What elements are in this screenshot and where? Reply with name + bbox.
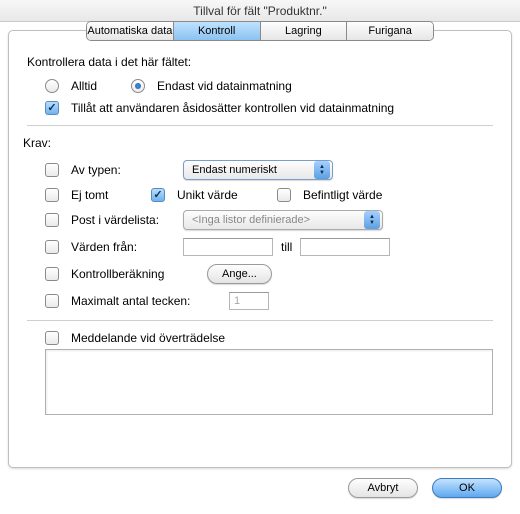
updown-icon: ▲▼ <box>364 211 380 229</box>
checkbox-maxlen-label[interactable]: Maximalt antal tecken: <box>71 294 221 308</box>
checkbox-maxlen[interactable] <box>45 294 59 308</box>
input-range-from[interactable] <box>183 238 273 256</box>
divider-2 <box>27 320 493 321</box>
radio-always-label[interactable]: Alltid <box>71 79 97 93</box>
ok-button[interactable]: OK <box>432 478 502 498</box>
checkbox-valuelist-label[interactable]: Post i värdelista: <box>71 213 175 227</box>
range-to-label: till <box>281 240 292 254</box>
checkbox-valuelist[interactable] <box>45 213 59 227</box>
checkbox-calc[interactable] <box>45 267 59 281</box>
dialog-footer: Avbryt OK <box>0 468 520 498</box>
checkbox-override-label[interactable]: Tillåt att användaren åsidosätter kontro… <box>71 101 394 115</box>
tab-automatiska[interactable]: Automatiska data <box>87 22 174 40</box>
select-type[interactable]: Endast numeriskt ▲▼ <box>183 160 333 180</box>
input-maxlen[interactable] <box>229 292 269 310</box>
radio-always[interactable] <box>45 79 59 93</box>
checkbox-override[interactable] <box>45 101 59 115</box>
tab-kontroll[interactable]: Kontroll <box>174 22 261 40</box>
main-panel: Automatiska data Kontroll Lagring Furiga… <box>8 30 512 468</box>
checkbox-existing-label[interactable]: Befintligt värde <box>303 188 382 202</box>
window-title: Tillval för fält "Produktnr." <box>0 0 520 22</box>
checkbox-notempty[interactable] <box>45 188 59 202</box>
checkbox-type-label[interactable]: Av typen: <box>71 163 175 177</box>
select-valuelist[interactable]: <Inga listor definierade> ▲▼ <box>183 210 383 230</box>
tab-lagring[interactable]: Lagring <box>261 22 348 40</box>
textarea-message[interactable] <box>45 349 493 415</box>
checkbox-unique-label[interactable]: Unikt värde <box>177 188 269 202</box>
cancel-button[interactable]: Avbryt <box>348 478 418 498</box>
checkbox-type[interactable] <box>45 163 59 177</box>
divider-1 <box>27 125 493 126</box>
krav-header: Krav: <box>23 136 493 150</box>
kontroll-section-label: Kontrollera data i det här fältet: <box>27 55 493 69</box>
checkbox-message-label[interactable]: Meddelande vid överträdelse <box>71 331 225 345</box>
updown-icon: ▲▼ <box>314 161 330 179</box>
select-valuelist-value: <Inga listor definierade> <box>192 214 310 226</box>
radio-dataentry[interactable] <box>131 79 145 93</box>
button-ange[interactable]: Ange... <box>207 264 272 284</box>
checkbox-existing[interactable] <box>277 188 291 202</box>
input-range-to[interactable] <box>300 238 390 256</box>
tab-bar: Automatiska data Kontroll Lagring Furiga… <box>86 21 434 41</box>
radio-dataentry-label[interactable]: Endast vid datainmatning <box>157 79 292 93</box>
checkbox-range-label[interactable]: Värden från: <box>71 240 175 254</box>
checkbox-unique[interactable] <box>151 188 165 202</box>
checkbox-notempty-label[interactable]: Ej tomt <box>71 188 143 202</box>
tab-furigana[interactable]: Furigana <box>347 22 433 40</box>
checkbox-message[interactable] <box>45 331 59 345</box>
checkbox-calc-label[interactable]: Kontrollberäkning <box>71 267 199 281</box>
select-type-value: Endast numeriskt <box>192 164 277 176</box>
checkbox-range[interactable] <box>45 240 59 254</box>
